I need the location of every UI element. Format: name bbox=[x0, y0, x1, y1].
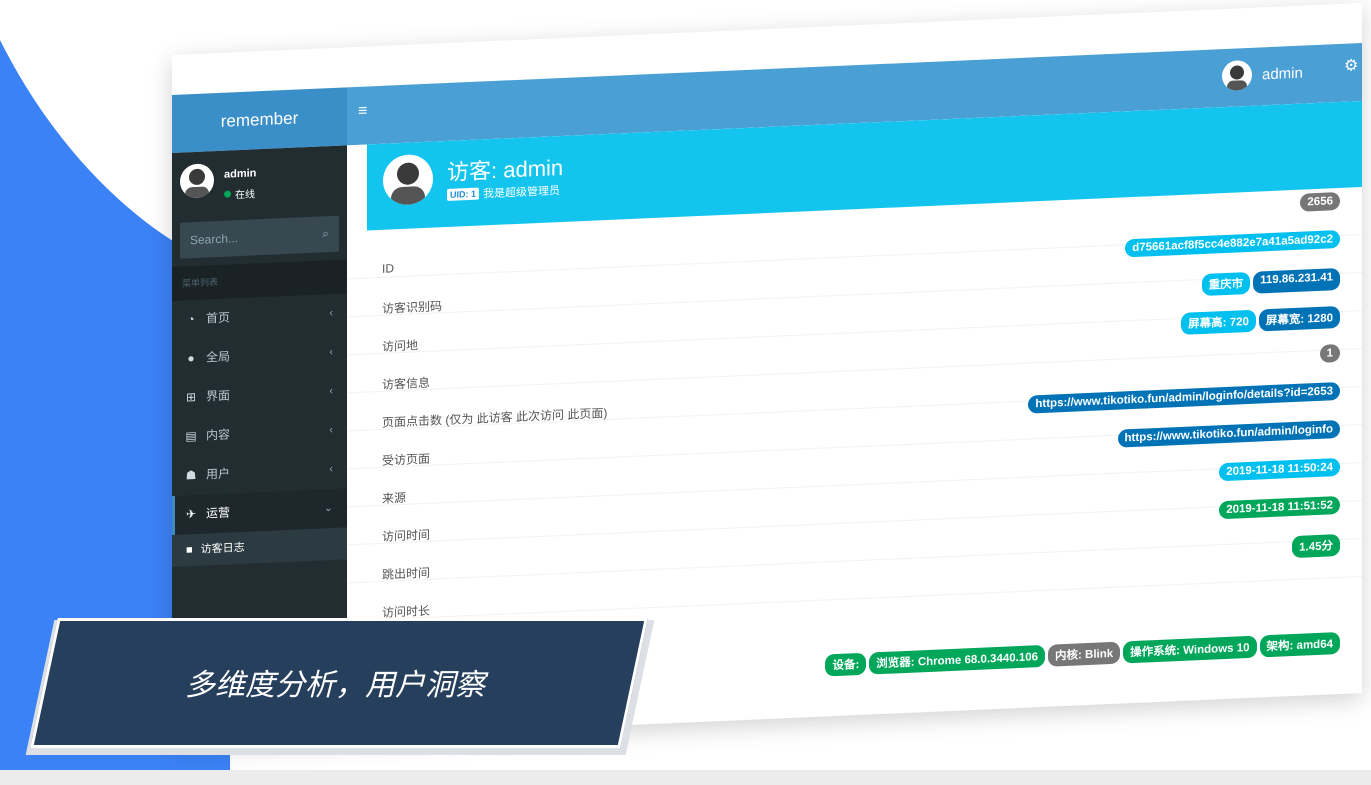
chevron-left-icon: ‹ bbox=[329, 462, 333, 476]
avatar bbox=[383, 153, 433, 206]
device-badge: 设备: bbox=[825, 652, 867, 677]
user-status-label: 在线 bbox=[235, 189, 255, 202]
menu-toggle-icon[interactable]: ≡ bbox=[358, 102, 367, 120]
value-badge: 2019-11-18 11:51:52 bbox=[1219, 496, 1340, 520]
gears-icon[interactable]: ⚙ bbox=[1344, 55, 1358, 76]
footer-band bbox=[0, 770, 1371, 785]
user-menu[interactable]: admin bbox=[1222, 58, 1303, 92]
user-menu-name: admin bbox=[1262, 64, 1303, 83]
sidebar-item-operations[interactable]: ✈ 运营 ⌄ bbox=[172, 488, 347, 535]
chevron-left-icon: ‹ bbox=[329, 306, 333, 320]
os-badge: 操作系统: Windows 10 bbox=[1123, 635, 1257, 664]
search-icon[interactable]: ⌕ bbox=[322, 226, 329, 241]
value-badge: 119.86.231.41 bbox=[1253, 268, 1340, 294]
row-values: 2019-11-18 11:50:24 bbox=[1219, 458, 1340, 482]
avatar bbox=[180, 163, 214, 199]
layout-icon: ⊞ bbox=[185, 389, 197, 405]
details-list: ID 2656 访客识别码 d75661acf8f5cc4e882e7a41a5… bbox=[347, 192, 1362, 622]
sidebar-search: ⌕ bbox=[180, 215, 339, 259]
row-values: 2656 bbox=[1300, 192, 1340, 212]
row-values: 2019-11-18 11:51:52 bbox=[1219, 496, 1340, 520]
browser-badge: 浏览器: Chrome 68.0.3440.106 bbox=[869, 644, 1046, 675]
plane-icon: ✈ bbox=[185, 506, 197, 522]
sidebar-item-label: 用户 bbox=[206, 466, 231, 482]
promo-banner-text: 多维度分析，用户洞察 bbox=[185, 668, 485, 703]
sidebar-item-label: 界面 bbox=[206, 388, 231, 404]
file-icon: ▤ bbox=[185, 428, 197, 444]
row-label: ID bbox=[382, 261, 394, 276]
row-values: 重庆市 119.86.231.41 bbox=[1201, 268, 1340, 297]
engine-badge: 内核: Blink bbox=[1048, 641, 1121, 667]
main-content: 访客: admin UID: 1 我是超级管理员 ID 2656 访客识别码 d… bbox=[347, 101, 1362, 706]
sidebar-item-label: 全局 bbox=[206, 349, 231, 365]
sidebar-item-label: 内容 bbox=[206, 427, 231, 443]
users-icon: ☗ bbox=[185, 467, 197, 483]
chevron-down-icon: ⌄ bbox=[323, 501, 333, 515]
user-status: 在线 bbox=[224, 185, 255, 201]
role-label: 我是超级管理员 bbox=[483, 185, 561, 201]
page-title: 访客: admin bbox=[447, 154, 564, 185]
count-badge: 2656 bbox=[1300, 192, 1340, 212]
dashboard-icon: ◔ bbox=[187, 312, 195, 327]
sidebar-item-label: 访客日志 bbox=[200, 541, 245, 556]
search-input[interactable] bbox=[180, 215, 339, 259]
value-badge: 1.45分 bbox=[1292, 534, 1340, 559]
user-panel: admin 在线 bbox=[172, 145, 347, 223]
value-badge: 屏幕高: 720 bbox=[1181, 309, 1256, 335]
online-dot-icon bbox=[224, 190, 231, 198]
sidebar-item-label: 运营 bbox=[206, 505, 231, 521]
device-badges: 设备: 浏览器: Chrome 68.0.3440.106 内核: Blink … bbox=[825, 632, 1340, 677]
globe-icon: ● bbox=[187, 351, 195, 366]
chevron-left-icon: ‹ bbox=[329, 423, 333, 437]
folder-icon: ■ bbox=[186, 544, 193, 557]
stage: remember ≡ admin ⚙ admin 在线 Search... ⌕ … bbox=[0, 0, 1371, 785]
brand-logo[interactable]: remember bbox=[172, 87, 347, 153]
value-badge: 重庆市 bbox=[1201, 271, 1251, 297]
arch-badge: 架构: amd64 bbox=[1259, 632, 1340, 658]
value-badge: 屏幕宽: 1280 bbox=[1258, 306, 1340, 332]
value-badge: 1 bbox=[1319, 344, 1340, 363]
row-values: 1 bbox=[1319, 344, 1340, 363]
chevron-left-icon: ‹ bbox=[329, 345, 333, 359]
value-badge: 2019-11-18 11:50:24 bbox=[1219, 458, 1340, 482]
avatar bbox=[1222, 59, 1252, 92]
sidebar-item-label: 首页 bbox=[206, 310, 231, 326]
row-values: 1.45分 bbox=[1292, 534, 1340, 559]
sidebar-user-name: admin bbox=[224, 167, 257, 181]
uid-badge: UID: 1 bbox=[447, 187, 480, 201]
chevron-left-icon: ‹ bbox=[329, 384, 333, 398]
